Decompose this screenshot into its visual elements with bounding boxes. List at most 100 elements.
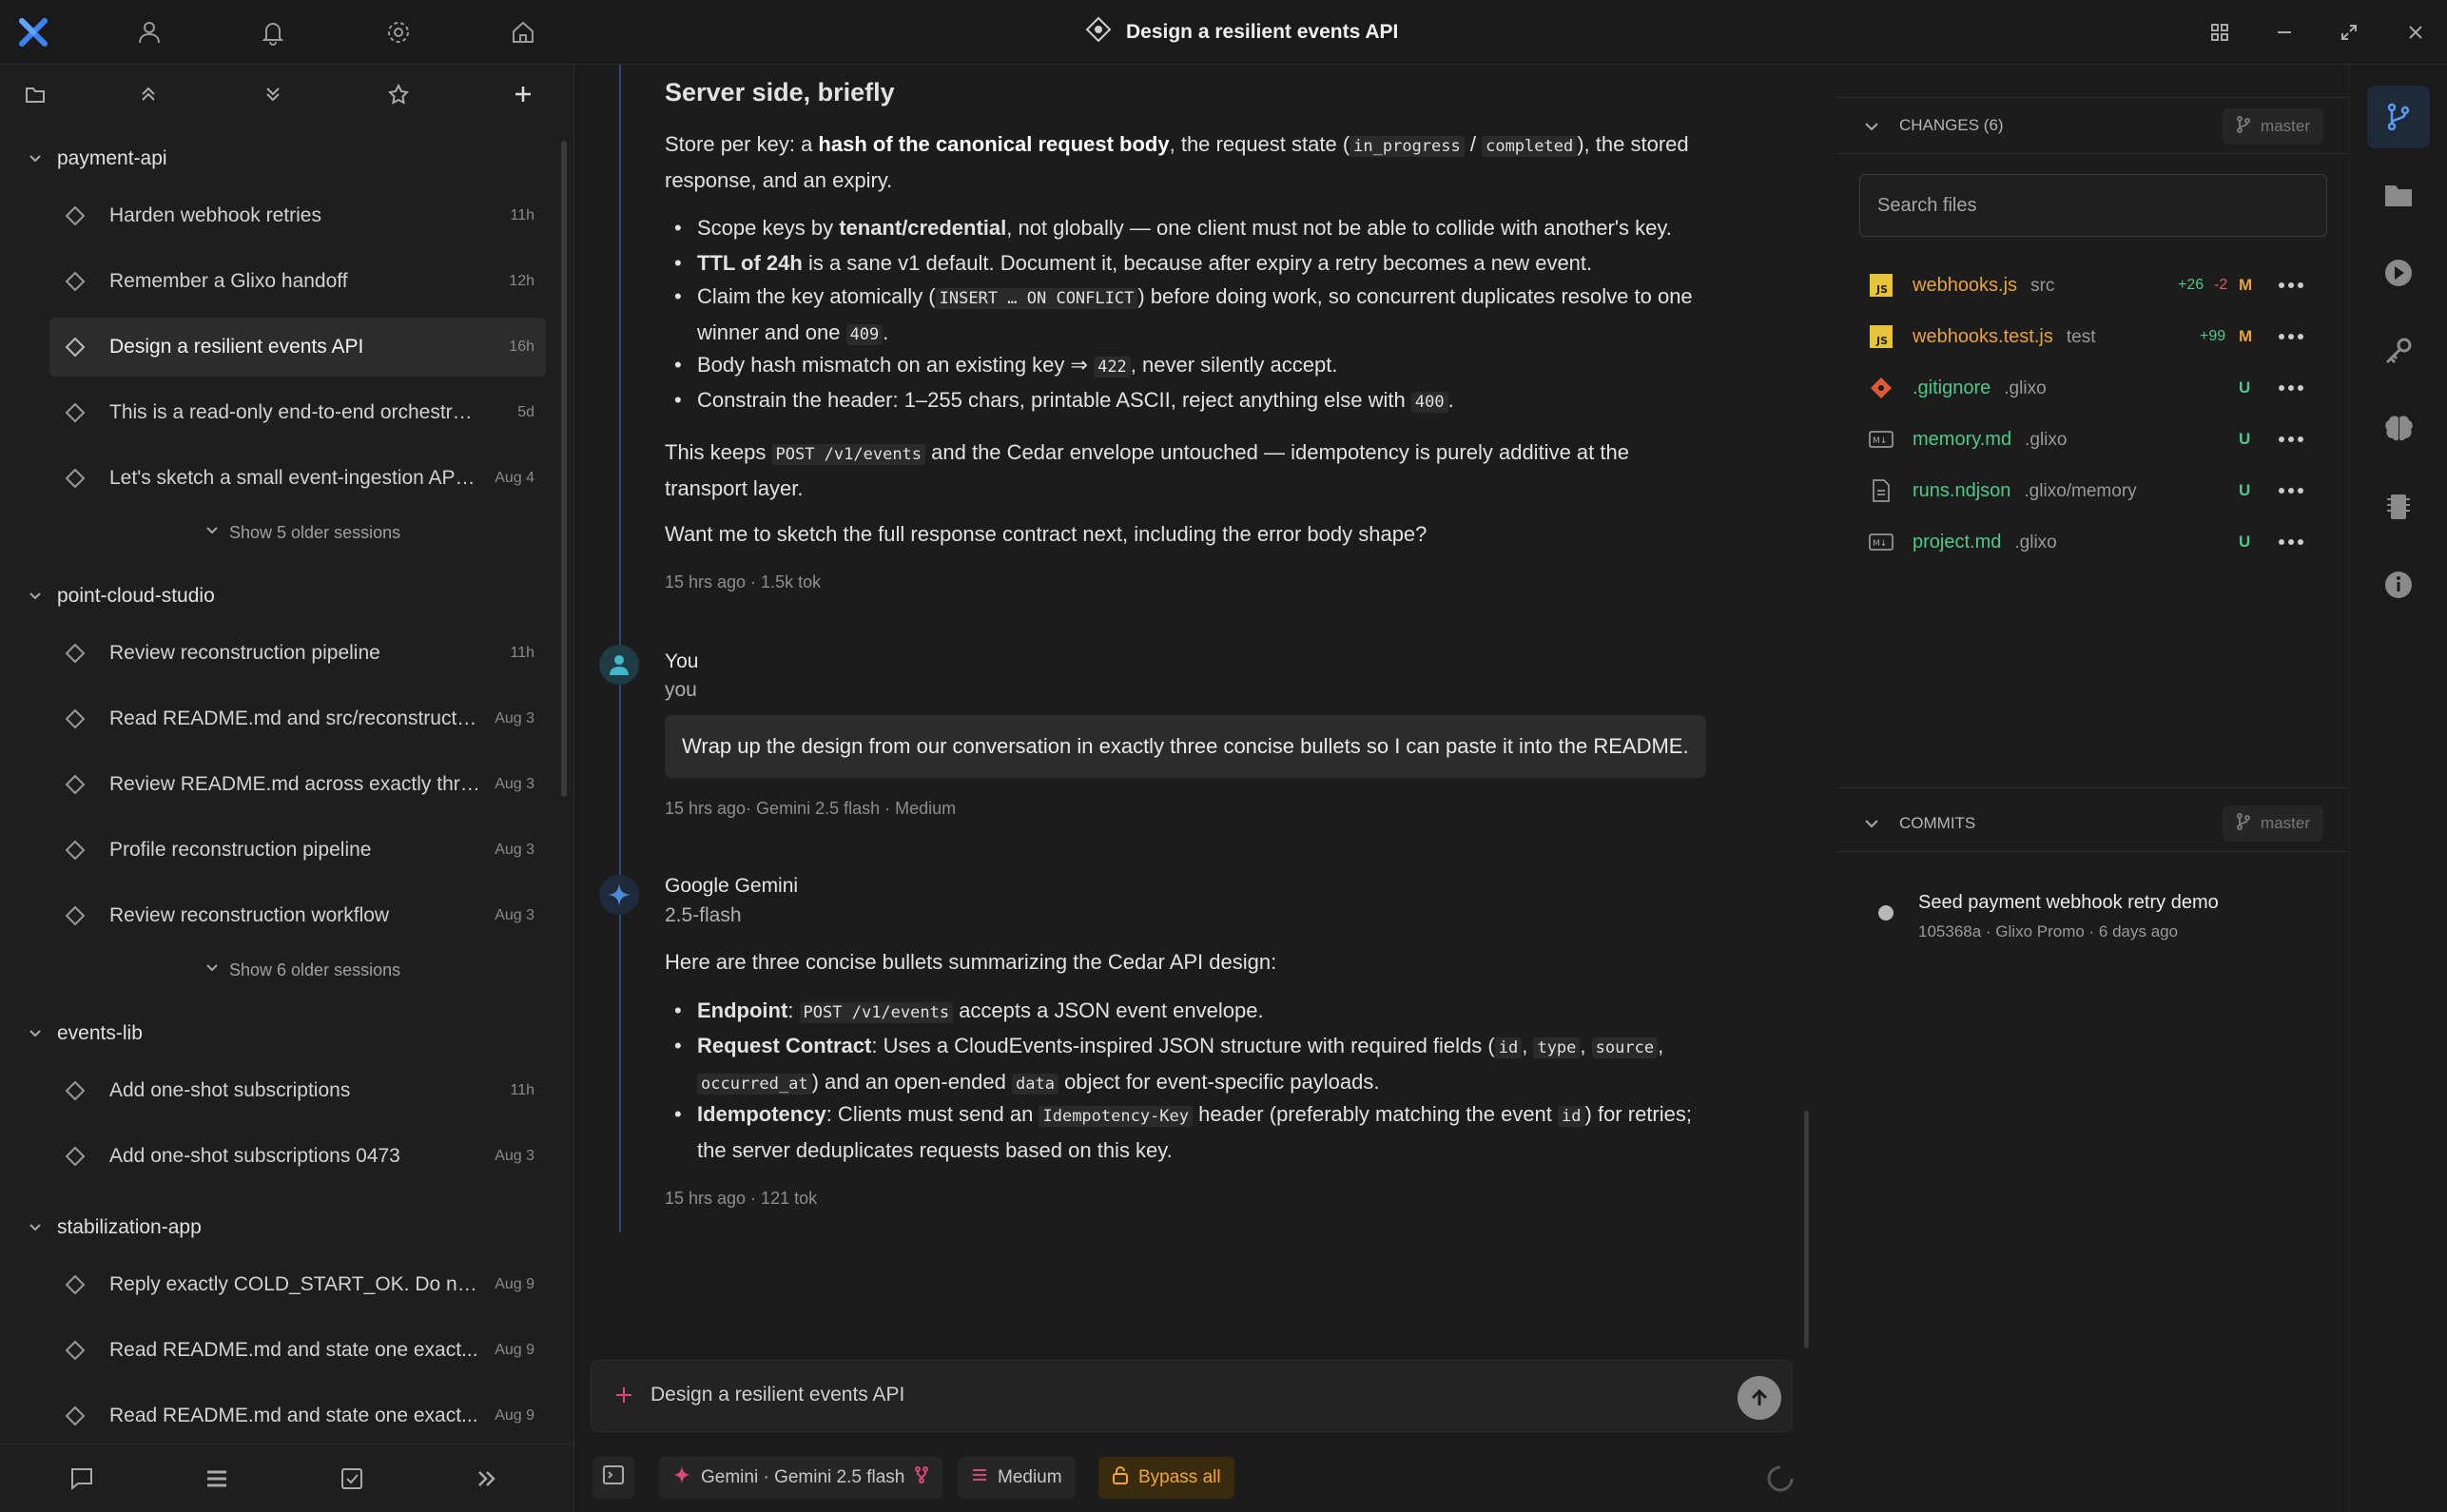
session-age: 11h xyxy=(510,207,534,223)
project-group-point-cloud-studio[interactable]: point-cloud-studio xyxy=(0,574,552,618)
session-item[interactable]: Review reconstruction workflow Aug 3 xyxy=(49,886,546,945)
file-name-text: webhooks.test.js xyxy=(1913,325,2053,347)
info-icon[interactable] xyxy=(2367,553,2430,616)
session-age: Aug 3 xyxy=(495,907,534,923)
session-item[interactable]: Read README.md and state one exact... Aug… xyxy=(49,1321,546,1380)
gear-icon[interactable] xyxy=(382,16,415,48)
source-control-icon[interactable] xyxy=(2367,86,2430,148)
changed-file-row[interactable]: JS webhooks.test.js test +99 M xyxy=(1836,311,2348,362)
expand-all-icon[interactable] xyxy=(257,78,289,110)
commit-item[interactable]: Seed payment webhook retry demo 105368a … xyxy=(1836,884,2348,951)
add-attachment-plus-icon[interactable] xyxy=(612,1384,635,1411)
session-title: Harden webhook retries xyxy=(109,204,321,226)
session-item[interactable]: Review reconstruction pipeline 11h xyxy=(49,624,546,683)
activity-bar xyxy=(2349,65,2447,1512)
text: , never silently accept. xyxy=(1130,353,1338,377)
file-status-badge: M xyxy=(2239,327,2253,345)
maximize-button[interactable] xyxy=(2336,19,2362,46)
session-item[interactable]: Harden webhook retries 11h xyxy=(49,186,546,245)
checkbox-icon[interactable] xyxy=(335,1462,369,1496)
star-icon[interactable] xyxy=(382,78,415,110)
source-control-panel: CHANGES (6) master Search files JS webho… xyxy=(1836,65,2348,1512)
project-group-payment-api[interactable]: payment-api xyxy=(0,137,552,181)
session-item[interactable]: Add one-shot subscriptions 11h xyxy=(49,1061,546,1120)
inline-code: 422 xyxy=(1094,357,1131,378)
effort-selector[interactable]: Medium xyxy=(958,1457,1076,1499)
project-group-events-lib[interactable]: events-lib xyxy=(0,1012,552,1056)
bell-icon[interactable] xyxy=(257,16,289,48)
brain-icon[interactable] xyxy=(2367,397,2430,460)
session-item[interactable]: Read README.md and src/reconstruct.p... A… xyxy=(49,689,546,748)
file-status-badge: U xyxy=(2239,378,2251,397)
key-icon[interactable] xyxy=(2367,320,2430,382)
more-options-icon[interactable] xyxy=(2276,376,2306,400)
more-options-icon[interactable] xyxy=(2276,273,2306,298)
session-item[interactable]: Remember a Glixo handoff 12h xyxy=(49,252,546,311)
more-options-icon[interactable] xyxy=(2276,427,2306,452)
message-composer[interactable]: Design a resilient events API xyxy=(591,1360,1793,1432)
commit-dot-icon xyxy=(1878,905,1894,921)
more-options-icon[interactable] xyxy=(2276,478,2306,503)
session-item-active[interactable]: Design a resilient events API 16h xyxy=(49,318,546,377)
session-item[interactable]: Add one-shot subscriptions 0473 Aug 3 xyxy=(49,1127,546,1186)
session-item[interactable]: This is a read-only end-to-end orchestra… xyxy=(49,383,546,442)
folder-icon[interactable] xyxy=(2367,164,2430,226)
collapse-all-icon[interactable] xyxy=(132,78,165,110)
model-selector[interactable]: Gemini · Gemini 2.5 flash xyxy=(659,1457,943,1499)
send-button[interactable] xyxy=(1738,1376,1781,1420)
paragraph: This keeps POST /v1/events and the Cedar… xyxy=(665,436,1711,505)
text: Scope keys by xyxy=(697,216,840,240)
markdown-file-icon: M↓ xyxy=(1869,530,1894,554)
play-icon[interactable] xyxy=(2367,242,2430,304)
fork-icon xyxy=(914,1466,929,1489)
close-button[interactable] xyxy=(2402,19,2429,46)
commit-title: Seed payment webhook retry demo xyxy=(1918,892,2219,913)
session-list: payment-api Harden webhook retries 11h Re… xyxy=(0,131,574,1444)
show-older-sessions-button[interactable]: Show 6 older sessions xyxy=(204,953,400,987)
bypass-all-toggle[interactable]: Bypass all xyxy=(1098,1457,1234,1499)
session-item[interactable]: Profile reconstruction pipeline Aug 3 xyxy=(49,821,546,880)
bold-text: Endpoint xyxy=(697,998,788,1022)
composer-input[interactable]: Design a resilient events API xyxy=(651,1384,904,1406)
additions-count: +99 xyxy=(2200,328,2226,344)
chevrons-right-icon[interactable] xyxy=(470,1462,504,1496)
sidebar-scrollbar[interactable] xyxy=(561,141,567,797)
chat-icon[interactable] xyxy=(65,1462,99,1496)
file-name: memory.md .glixo xyxy=(1913,429,2067,451)
more-options-icon[interactable] xyxy=(2276,324,2306,349)
commits-header[interactable]: COMMITS master xyxy=(1836,795,2348,852)
project-group-stabilization-app[interactable]: stabilization-app xyxy=(0,1206,552,1250)
layout-grid-icon[interactable] xyxy=(2206,19,2233,46)
search-files-input[interactable]: Search files xyxy=(1859,174,2327,237)
changed-file-row[interactable]: .gitignore .glixo U xyxy=(1836,362,2348,414)
session-item[interactable]: Let's sketch a small event-ingestion API… xyxy=(49,449,546,508)
session-item[interactable]: Review README.md across exactly three...… xyxy=(49,755,546,814)
minimize-button[interactable] xyxy=(2271,19,2298,46)
new-session-plus-icon[interactable] xyxy=(507,78,539,110)
text: : xyxy=(787,998,800,1022)
home-icon[interactable] xyxy=(507,16,539,48)
session-item[interactable]: Read README.md and state one exact... Aug… xyxy=(49,1386,546,1444)
user-icon[interactable] xyxy=(133,16,165,48)
changed-file-row[interactable]: JS webhooks.js src +26 -2 M xyxy=(1836,260,2348,311)
show-older-label: Show 6 older sessions xyxy=(229,960,401,979)
conversation-scrollbar[interactable] xyxy=(1804,1111,1809,1348)
changed-file-row[interactable]: M↓ project.md .glixo U xyxy=(1836,516,2348,568)
folder-icon[interactable] xyxy=(19,78,51,110)
list-icon[interactable] xyxy=(200,1462,234,1496)
changes-header[interactable]: CHANGES (6) master xyxy=(1836,97,2348,154)
branch-badge[interactable]: master xyxy=(2223,108,2323,145)
branch-badge[interactable]: master xyxy=(2223,805,2323,842)
more-options-icon[interactable] xyxy=(2276,530,2306,554)
memory-chip-icon[interactable] xyxy=(2367,475,2430,538)
changed-file-row[interactable]: M↓ memory.md .glixo U xyxy=(1836,414,2348,465)
app-logo-icon[interactable] xyxy=(17,16,49,48)
changed-file-row[interactable]: runs.ndjson .glixo/memory U xyxy=(1836,465,2348,516)
file-status-badge: M xyxy=(2239,276,2253,294)
show-older-sessions-button[interactable]: Show 5 older sessions xyxy=(204,515,400,550)
file-name: webhooks.js src xyxy=(1913,275,2054,297)
bypass-chip-label: Bypass all xyxy=(1138,1467,1221,1487)
session-item[interactable]: Reply exactly COLD_START_OK. Do not u...… xyxy=(49,1255,546,1314)
terminal-button[interactable] xyxy=(592,1457,634,1499)
terminal-icon xyxy=(602,1464,625,1492)
